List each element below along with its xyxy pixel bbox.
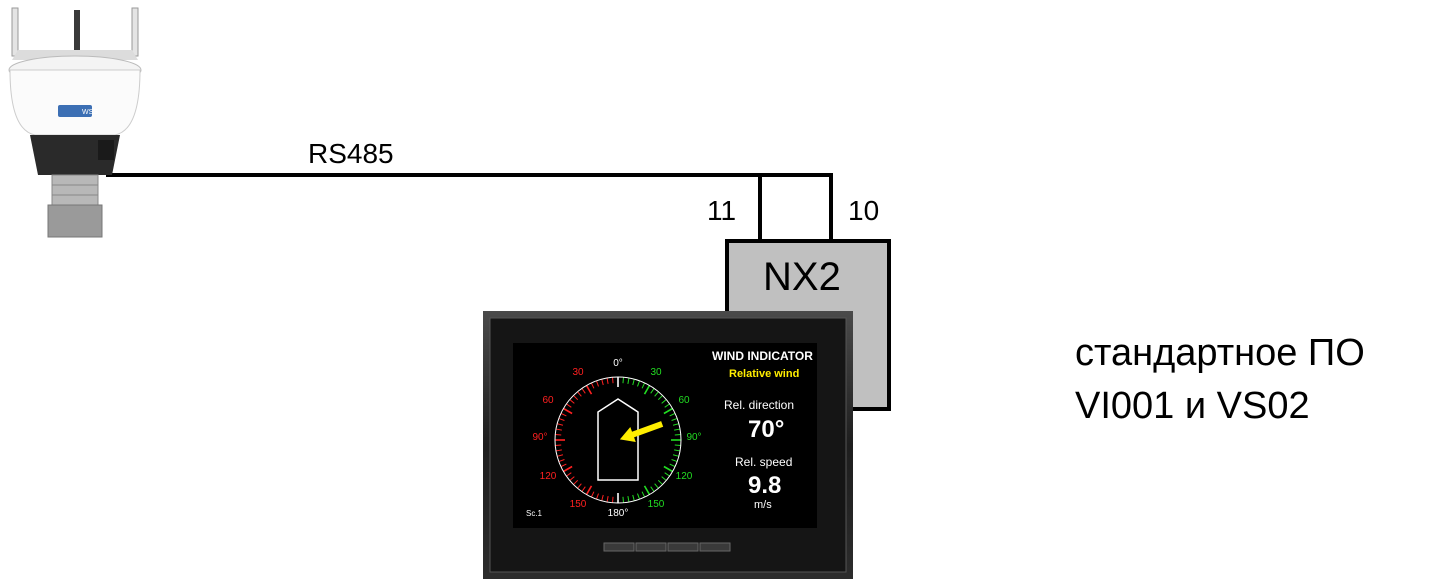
dial-label-port-60: 60 xyxy=(542,395,554,406)
dial-tick xyxy=(555,444,562,446)
speed-value: 9.8 xyxy=(748,472,782,499)
dial-label-stbd-30: 30 xyxy=(650,367,662,378)
dial-label-port-30: 30 xyxy=(572,367,584,378)
software-line-1: стандартное ПО xyxy=(1075,332,1365,374)
display-button-1[interactable] xyxy=(603,542,635,552)
dial-tick xyxy=(622,377,624,384)
dial-label-stbd-60: 60 xyxy=(678,395,690,406)
dial-label-port-120: 120 xyxy=(540,471,557,482)
direction-value: 70° xyxy=(748,416,785,443)
speed-label: Rel. speed xyxy=(735,455,793,469)
dial-label-port-150: 150 xyxy=(570,499,587,510)
dial-tick xyxy=(674,444,681,446)
dial-label-stbd-90: 90° xyxy=(686,432,701,443)
screen-id: Sc.1 xyxy=(526,509,543,518)
dial-label-180: 180° xyxy=(608,508,629,519)
speed-unit: m/s xyxy=(754,499,772,511)
dial-label-port-90: 90° xyxy=(532,432,547,443)
display-button-3[interactable] xyxy=(667,542,699,552)
dial-tick xyxy=(622,496,624,503)
dial-tick xyxy=(612,496,614,503)
dial-tick xyxy=(674,434,681,436)
software-line-2: VI001 и VS02 xyxy=(1075,385,1310,427)
dial-label-stbd-150: 150 xyxy=(648,499,665,510)
display-device: 0° 180° 90° 90° 30 60 120 150 30 60 120 … xyxy=(483,311,853,579)
display-subtitle: Relative wind xyxy=(729,368,800,380)
dial-tick xyxy=(612,377,614,384)
dial-label-0: 0° xyxy=(613,358,623,369)
dial-label-stbd-120: 120 xyxy=(676,471,693,482)
display-button-2[interactable] xyxy=(635,542,667,552)
display-title: WIND INDICATOR xyxy=(712,349,813,363)
dial-tick xyxy=(555,434,562,436)
direction-label: Rel. direction xyxy=(724,398,795,412)
display-button-4[interactable] xyxy=(699,542,731,552)
